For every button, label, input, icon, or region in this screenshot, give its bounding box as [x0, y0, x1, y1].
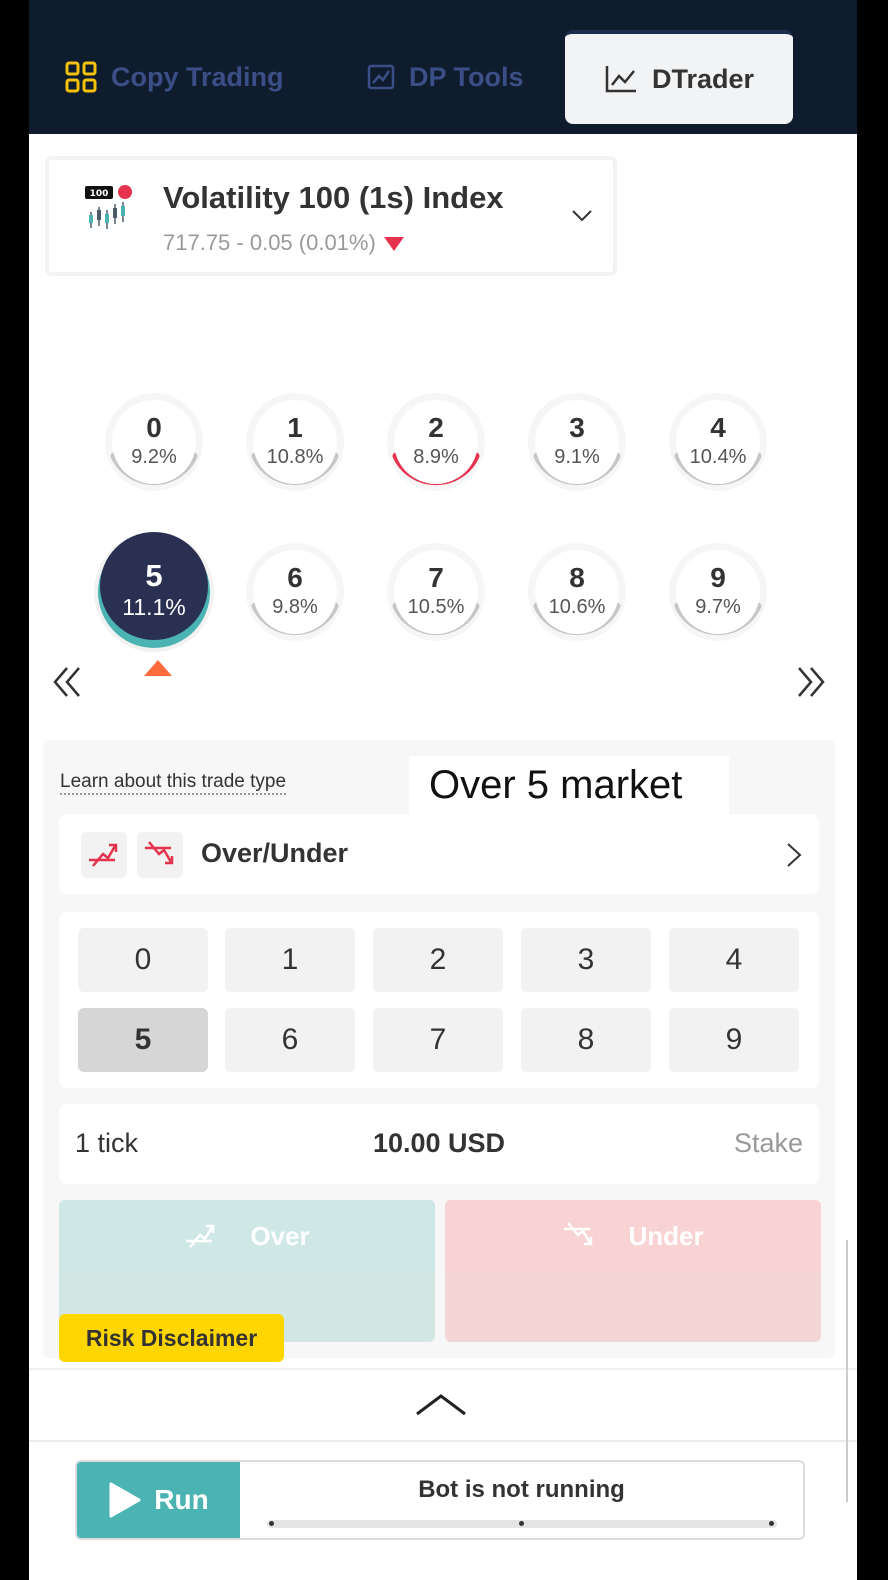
digit-stat-3: 3 9.1%: [525, 390, 629, 494]
digit-stat-5: 5 11.1%: [92, 530, 216, 654]
stake-amount[interactable]: 10.00 USD: [59, 1128, 819, 1159]
side-edge: [846, 1240, 852, 1502]
grid-icon: [65, 61, 97, 93]
symbol-price: 717.75 - 0.05 (0.01%): [163, 230, 404, 256]
digit-number: 6: [287, 562, 303, 593]
last-digit-prediction: 01234 56789: [59, 912, 819, 1088]
chevron-up-icon[interactable]: [415, 1392, 467, 1418]
under-button-label: Under: [628, 1220, 704, 1251]
symbol-price-value: 717.75 - 0.05 (0.01%): [163, 230, 376, 255]
app-frame: Copy Trading DP Tools DTrader 100 Volati…: [29, 0, 857, 1580]
digit-percentage: 9.8%: [272, 596, 318, 618]
digit-stat-8: 8 10.6%: [525, 540, 629, 644]
line-chart-icon: [604, 64, 638, 94]
learn-trade-type-link[interactable]: Learn about this trade type: [60, 771, 287, 795]
bot-control-bar: Run Bot is not running: [75, 1460, 805, 1540]
play-icon: [109, 1482, 141, 1518]
run-button[interactable]: Run: [77, 1462, 240, 1538]
tab-copy-trading[interactable]: Copy Trading: [65, 30, 284, 124]
digit-stat-1: 1 10.8%: [243, 390, 347, 494]
chevron-right-icon: [787, 843, 802, 867]
volatility-index-icon: 100: [83, 182, 135, 232]
digit-number: 0: [146, 412, 162, 443]
prediction-digit-5[interactable]: 5: [78, 1008, 208, 1072]
digit-stat-2: 2 8.9%: [384, 390, 488, 494]
digit-percentage: 10.4%: [689, 446, 747, 468]
top-navigation: Copy Trading DP Tools DTrader: [29, 0, 857, 134]
chart-frame-icon: [367, 63, 395, 91]
over-market-caption: Over 5 market: [409, 756, 729, 814]
prediction-digit-3[interactable]: 3: [521, 928, 651, 992]
prediction-digit-0[interactable]: 0: [78, 928, 208, 992]
bot-status-text: Bot is not running: [418, 1476, 625, 1503]
digit-percentage: 9.1%: [554, 446, 600, 468]
double-chevron-right-icon[interactable]: [793, 664, 829, 700]
digit-number: 1: [287, 412, 303, 443]
prediction-digit-7[interactable]: 7: [373, 1008, 503, 1072]
prediction-digit-2[interactable]: 2: [373, 928, 503, 992]
tab-copy-trading-label: Copy Trading: [111, 61, 284, 92]
digit-stat-0: 0 9.2%: [102, 390, 206, 494]
bot-progress-track: [267, 1520, 777, 1528]
progress-dot: [769, 1521, 774, 1526]
digit-stat-9: 9 9.7%: [666, 540, 770, 644]
tab-dp-tools[interactable]: DP Tools: [367, 30, 524, 124]
run-button-label: Run: [154, 1484, 209, 1515]
symbol-badge-text: 100: [90, 189, 109, 199]
digit-number: 4: [710, 412, 726, 443]
over-arrow-icon: [81, 832, 127, 878]
digit-percentage: 8.9%: [413, 446, 459, 468]
symbol-name: Volatility 100 (1s) Index: [163, 180, 504, 215]
digit-number: 9: [710, 562, 726, 593]
prediction-digit-4[interactable]: 4: [669, 928, 799, 992]
digit-number: 7: [428, 562, 444, 593]
tab-dp-tools-label: DP Tools: [409, 61, 524, 92]
prediction-digit-9[interactable]: 9: [669, 1008, 799, 1072]
stake-row[interactable]: 1 tick 10.00 USD Stake: [59, 1104, 819, 1184]
over-icon: [186, 1224, 215, 1248]
prediction-digit-8[interactable]: 8: [521, 1008, 651, 1072]
digit-stat-7: 7 10.5%: [384, 540, 488, 644]
progress-dot: [269, 1521, 274, 1526]
digit-number: 8: [569, 562, 585, 593]
chevron-down-icon[interactable]: [571, 204, 593, 226]
prediction-digit-6[interactable]: 6: [225, 1008, 355, 1072]
over-button-label: Over: [250, 1220, 310, 1251]
trade-type-label: Over/Under: [201, 838, 349, 868]
tab-dtrader[interactable]: DTrader: [565, 30, 793, 124]
symbol-selector[interactable]: 100 Volatility 100 (1s) Index 717.75 - 0…: [45, 156, 617, 276]
digit-number: 2: [428, 412, 444, 443]
digit-stat-4: 4 10.4%: [666, 390, 770, 494]
digit-percentage: 9.2%: [131, 446, 177, 468]
under-button[interactable]: Under: [445, 1200, 821, 1342]
digit-stat-6: 6 9.8%: [243, 540, 347, 644]
prediction-digit-1[interactable]: 1: [225, 928, 355, 992]
digit-number: 3: [569, 412, 585, 443]
double-chevron-left-icon[interactable]: [49, 664, 85, 700]
digit-number: 5: [145, 558, 163, 593]
risk-disclaimer-button[interactable]: Risk Disclaimer: [59, 1314, 284, 1362]
price-down-icon: [383, 237, 404, 252]
digit-percentage: 9.7%: [695, 596, 741, 618]
trade-type-selector[interactable]: Over/Under: [59, 814, 819, 894]
digit-percentage: 11.1%: [122, 594, 186, 620]
divider: [29, 1368, 857, 1370]
tab-dtrader-label: DTrader: [651, 63, 755, 94]
digit-percentage: 10.5%: [407, 596, 465, 618]
stake-label: Stake: [733, 1128, 803, 1158]
current-digit-pointer: [144, 660, 172, 676]
digit-percentage: 10.6%: [548, 596, 606, 618]
under-icon: [564, 1222, 593, 1246]
progress-dot: [519, 1521, 524, 1526]
digit-percentage: 10.8%: [266, 446, 324, 468]
divider: [29, 1440, 857, 1442]
under-arrow-icon: [137, 832, 183, 878]
